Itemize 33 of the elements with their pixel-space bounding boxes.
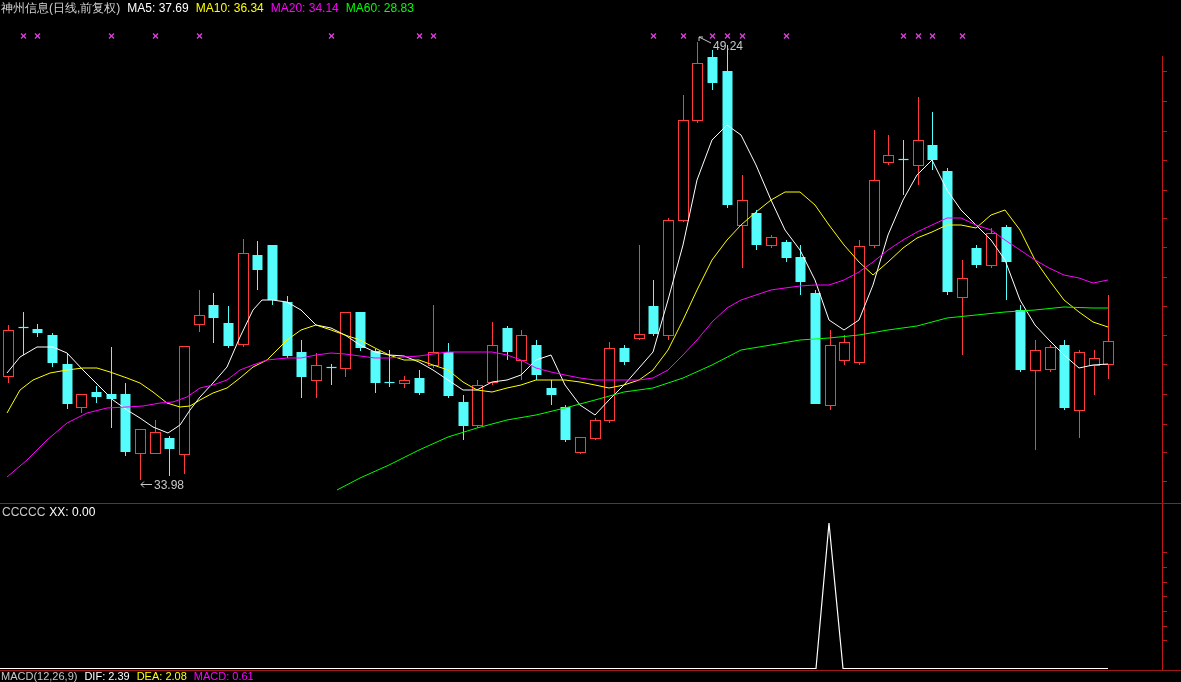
indicator-value: XX: 0.00 [49,505,96,519]
indicator-name: CCCCC [2,505,46,519]
signal-marker-icon [739,32,746,40]
signal-marker-icon [328,32,335,40]
indicator-value: DIF: 2.39 [84,671,130,682]
signal-marker-icon [915,32,922,40]
signal-marker-icon [724,32,731,40]
indicator-value: DEA: 2.08 [136,671,187,682]
signal-marker-icon [20,32,27,40]
indicator-name: MACD(12,26,9) [1,671,78,682]
signal-marker-icon [900,32,907,40]
indicator-value: MA5: 37.69 [127,0,189,15]
signal-marker-icon [783,32,790,40]
signal-marker-icon [152,32,159,40]
leader-arrow [140,481,153,488]
indicator-value: MACD: 0.61 [193,671,254,682]
indicator-value: MA20: 34.14 [270,0,339,15]
signal-marker-icon [416,32,423,40]
indicator-value: MA10: 36.34 [195,0,264,15]
price-label: 33.98 [154,478,185,492]
chart-title: 神州信息(日线,前复权) [1,0,121,15]
signal-marker-icon [680,32,687,40]
signal-marker-icon [650,32,657,40]
signal-marker-icon [709,32,716,40]
leader-arrow [698,36,712,44]
signal-marker-icon [196,32,203,40]
signal-marker-icon [929,32,936,40]
price-label: 49.24 [713,39,744,53]
signal-marker-icon [34,32,41,40]
signal-marker-icon [430,32,437,40]
indicator-value: MA60: 28.83 [345,0,414,15]
signal-marker-icon [108,32,115,40]
signal-marker-icon [959,32,966,40]
